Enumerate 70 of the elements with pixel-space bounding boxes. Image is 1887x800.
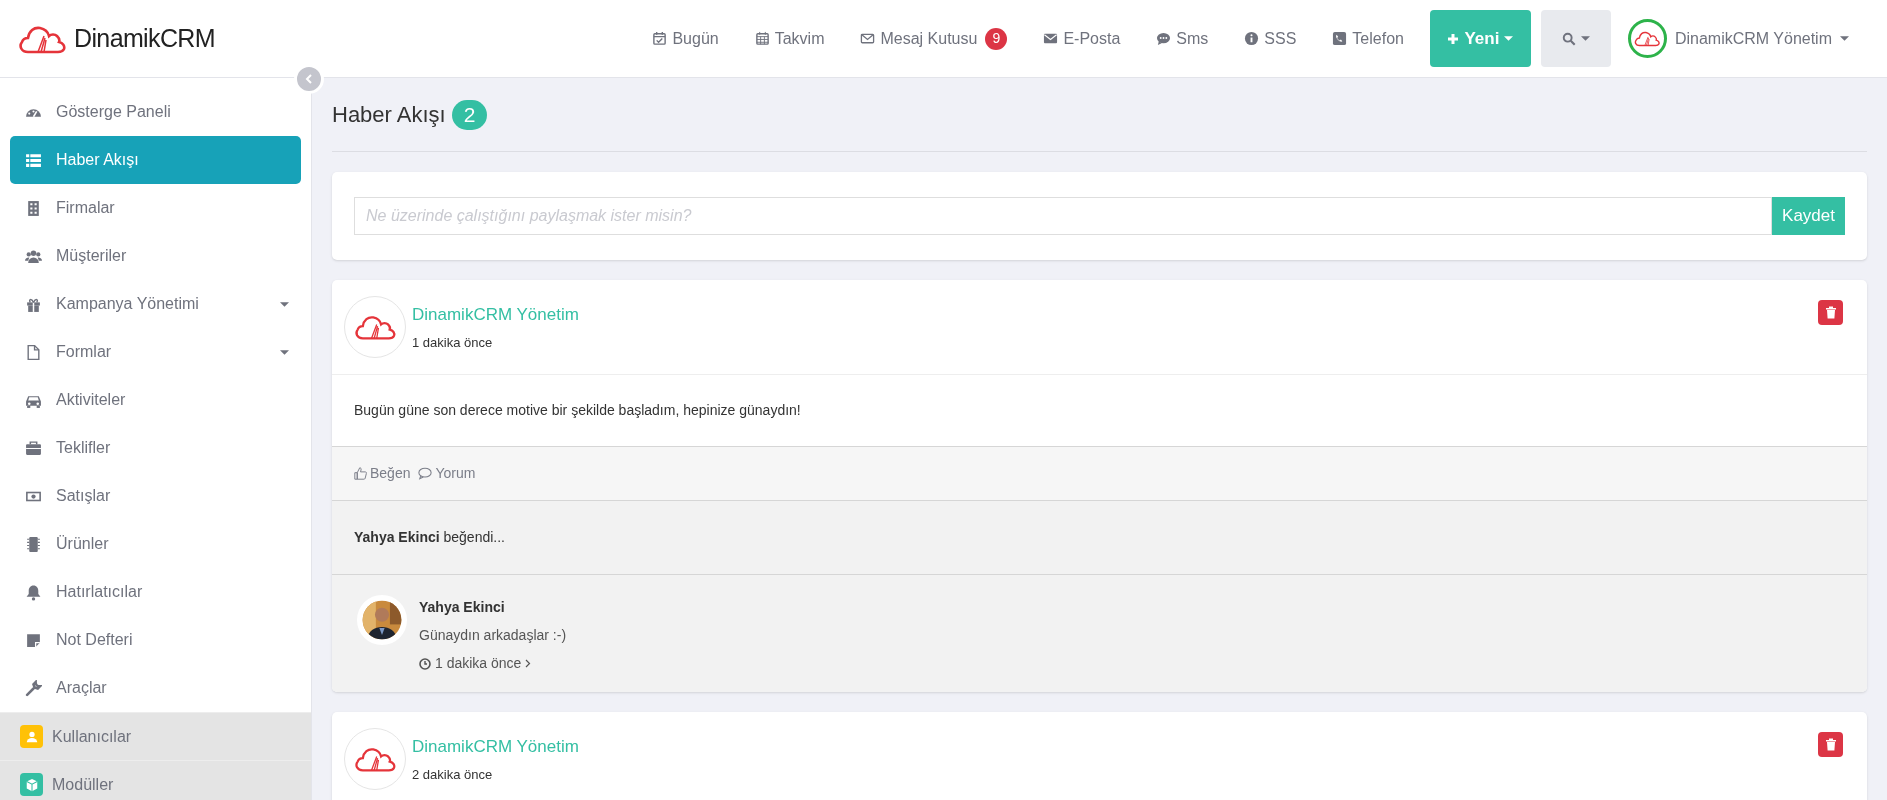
info-icon bbox=[1244, 31, 1260, 46]
nav-link[interactable]: Telefon bbox=[1314, 26, 1422, 51]
sidebar-item[interactable]: Araçlar bbox=[10, 664, 301, 712]
count-badge: 9 bbox=[985, 27, 1008, 50]
sidebar-item[interactable]: Müşteriler bbox=[10, 232, 301, 280]
envelope-icon bbox=[860, 31, 876, 46]
delete-button[interactable] bbox=[1818, 300, 1843, 325]
brand-name: DinamikCRM bbox=[74, 22, 215, 54]
sidebar-item[interactable]: Hatırlatıcılar bbox=[10, 568, 301, 616]
calendar-icon bbox=[754, 31, 770, 46]
page-title: Haber Akışı bbox=[332, 101, 446, 129]
caret-icon bbox=[1504, 36, 1514, 41]
cloud-icon bbox=[354, 746, 396, 772]
nav-link[interactable]: Mesaj Kutusu 9 bbox=[842, 26, 1026, 51]
plus-icon bbox=[1447, 32, 1460, 45]
nav-link[interactable]: E-Posta bbox=[1025, 26, 1139, 51]
user-menu[interactable]: DinamikCRM Yönetim bbox=[1627, 19, 1849, 58]
bell-icon bbox=[25, 583, 42, 601]
post-time: 2 dakika önce bbox=[412, 766, 494, 784]
commenter-name: Yahya Ekinci bbox=[419, 598, 506, 617]
calendar-check-icon bbox=[652, 31, 668, 46]
clock-icon bbox=[419, 657, 431, 670]
comment-text: Günaydın arkadaşlar :-) bbox=[419, 626, 567, 645]
cloud-icon bbox=[354, 314, 396, 340]
phone-icon bbox=[1332, 31, 1348, 46]
trash-icon bbox=[1824, 738, 1837, 751]
envelope-icon bbox=[1043, 31, 1059, 46]
chevron-left-icon bbox=[304, 74, 314, 84]
chip-icon bbox=[25, 535, 42, 553]
module-item[interactable]: Kullanıcılar bbox=[0, 712, 311, 760]
action-link[interactable]: Beğen bbox=[354, 463, 411, 484]
list-icon bbox=[25, 151, 42, 169]
caret-icon bbox=[280, 349, 289, 355]
wrench-icon bbox=[25, 679, 42, 697]
sidebar-item[interactable]: Not Defteri bbox=[10, 616, 301, 664]
sidebar-item[interactable]: Haber Akışı bbox=[10, 136, 301, 184]
action-link[interactable]: Yorum bbox=[418, 463, 476, 484]
chat-icon bbox=[1156, 31, 1172, 46]
sidebar-item[interactable]: Firmalar bbox=[10, 184, 301, 232]
post-text: Bugün güne son derece motive bir şekilde başladım, hepinize günaydın! bbox=[354, 401, 801, 420]
cloud-icon bbox=[1634, 30, 1661, 47]
speech-bubble-icon bbox=[418, 467, 433, 480]
caret-icon bbox=[280, 301, 289, 307]
sidebar-item[interactable]: Aktiviteler bbox=[10, 376, 301, 424]
post-time: 1 dakika önce bbox=[412, 334, 494, 352]
sidebar-item[interactable]: Teklifler bbox=[10, 424, 301, 472]
sidebar-item[interactable]: Ürünler bbox=[10, 520, 301, 568]
caret-icon bbox=[1580, 36, 1590, 41]
nav-link[interactable]: Sms bbox=[1138, 26, 1227, 51]
sidebar-item[interactable]: Kampanya Yönetimi bbox=[10, 280, 301, 328]
trash-icon bbox=[1824, 306, 1837, 319]
nav-link[interactable]: Bugün bbox=[634, 26, 737, 51]
briefcase-icon bbox=[25, 439, 42, 457]
search-icon bbox=[1561, 31, 1576, 46]
building-icon bbox=[25, 199, 42, 217]
delete-button[interactable] bbox=[1818, 732, 1843, 757]
thumbs-up-icon bbox=[354, 467, 367, 480]
caret-icon bbox=[1840, 36, 1849, 41]
likes-text: Yahya Ekinci beğendi... bbox=[354, 528, 505, 547]
nav-link[interactable]: Takvim bbox=[736, 26, 843, 51]
comment-time: 1 dakika önce bbox=[435, 654, 522, 673]
sidebar-item[interactable]: Formlar bbox=[10, 328, 301, 376]
module-item[interactable]: Modüller bbox=[0, 760, 311, 800]
file-icon bbox=[25, 343, 42, 361]
sidebar-item[interactable]: Gösterge Paneli bbox=[10, 88, 301, 136]
count-badge: 2 bbox=[451, 99, 488, 130]
sidebar-item[interactable]: Satışlar bbox=[10, 472, 301, 520]
note-icon bbox=[25, 631, 42, 649]
nav-link[interactable]: SSS bbox=[1226, 26, 1315, 51]
chevron-right-icon bbox=[525, 659, 532, 668]
